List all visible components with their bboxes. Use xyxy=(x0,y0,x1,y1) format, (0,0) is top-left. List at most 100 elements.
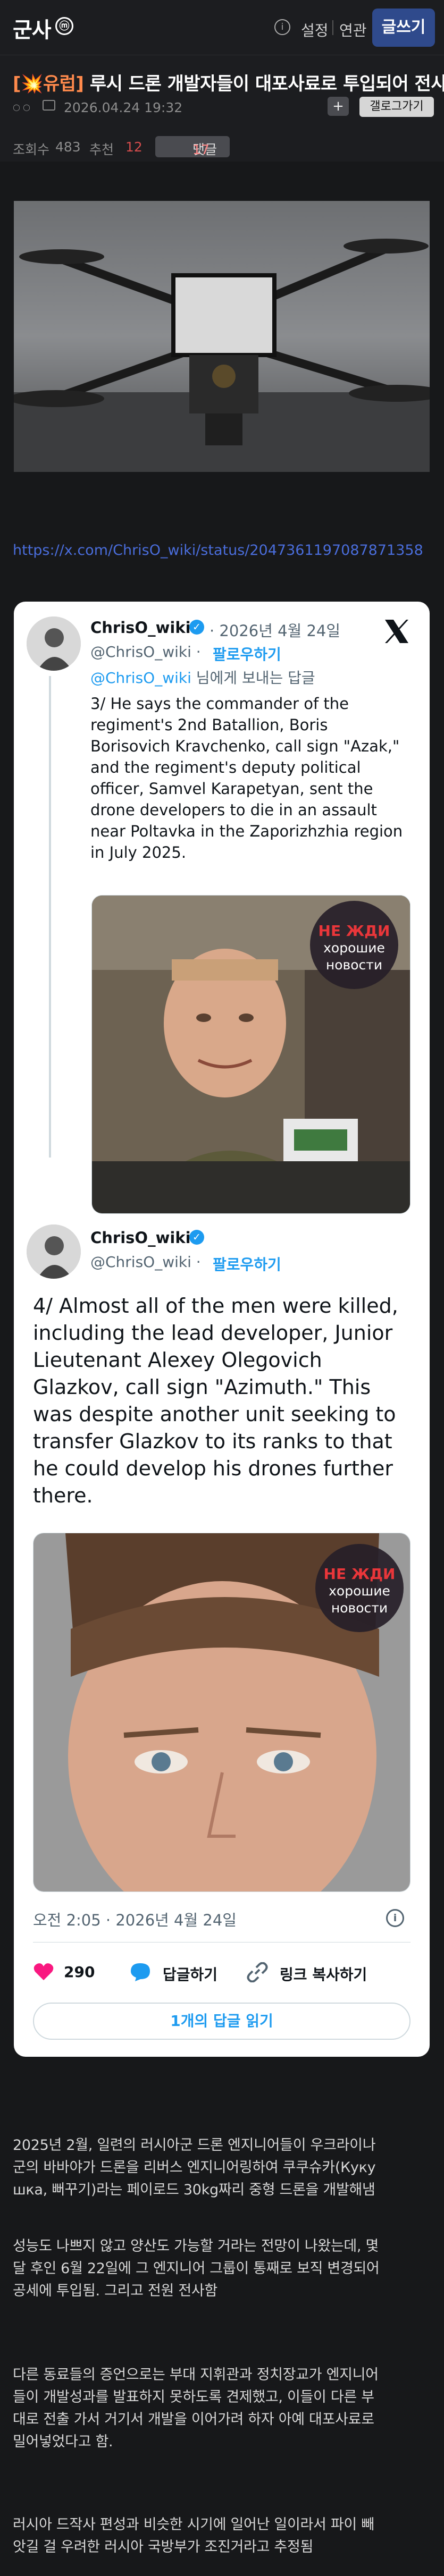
image-icon xyxy=(43,100,55,111)
post-header: [💥유럽] 루시 드론 개발자들이 대포사료로 투입되어 전사 ○ ○ 2026… xyxy=(0,55,444,162)
paragraph-line: 2025년 2월, 일련의 러시아군 드론 엔지니어들이 우크라이나 xyxy=(13,2137,376,2153)
avatar[interactable] xyxy=(27,616,81,671)
like-count[interactable]: 290 xyxy=(64,1963,95,1981)
paragraph-line: 공세에 투입됨. 그리고 전원 전사함 xyxy=(13,2283,217,2299)
copy-link-button[interactable]: 링크 복사하기 xyxy=(280,1963,367,1984)
paragraph-line: 달 후인 6월 22일에 그 엔지니어 그룹이 통째로 보직 변경되어 xyxy=(13,2260,380,2277)
tweet-line: transfer Glazkov to its ranks to that xyxy=(33,1430,392,1453)
tweet-text-2: 4/ Almost all of the men were killed, in… xyxy=(33,1293,398,1509)
gallery-name[interactable]: 군사 xyxy=(13,13,52,44)
tweet-line: Glazkov, call sign "Azimuth." This xyxy=(33,1375,371,1399)
info-icon[interactable]: i xyxy=(386,1909,404,1927)
post-title-text: 루시 드론 개발자들이 대포사료로 투입되어 전사 xyxy=(83,73,444,95)
views-count: 483 xyxy=(55,139,81,155)
verified-icon: ✓ xyxy=(189,1230,204,1245)
tweet-line: 4/ Almost all of the men were killed, xyxy=(33,1294,398,1317)
settings-link[interactable]: 설정 xyxy=(301,19,329,40)
news-watermark: НЕ ЖДИ хорошие новости xyxy=(310,901,398,989)
gallog-button[interactable]: 갤로그가기 xyxy=(359,97,434,117)
avatar[interactable] xyxy=(27,1224,81,1279)
watermark-line1: хорошие xyxy=(323,940,385,956)
body-paragraph-2: 성능도 나쁘지 않고 양산도 가능할 거라는 전망이 나왔는데, 몇 달 후인 … xyxy=(13,2235,438,2302)
user-level-icon: ○ ○ xyxy=(13,102,31,112)
tweet-line: there. xyxy=(33,1484,93,1507)
tweet-line: including the lead developer, Junior xyxy=(33,1321,393,1345)
paragraph-line: 들이 개발성과를 발표하지 못하도록 견제했고, 이들이 다른 부 xyxy=(13,2389,374,2405)
link-icon[interactable] xyxy=(247,1962,268,1982)
tweet-line: in July 2025. xyxy=(90,843,187,862)
body-paragraph-3: 다른 동료들의 증언으로는 부대 지휘관과 정치장교가 엔지니어 들이 개발성과… xyxy=(13,2364,438,2453)
body-paragraph-1: 2025년 2월, 일련의 러시아군 드론 엔지니어들이 우크라이나 군의 바바… xyxy=(13,2134,438,2201)
replying-handle[interactable]: @ChrisO_wiki xyxy=(90,669,191,687)
related-link[interactable]: 연관 xyxy=(339,19,367,40)
stats-row: 조회수 483 추천 12 댓글 17 xyxy=(13,136,433,157)
paragraph-line: 대로 전출 가서 거기서 개발을 이어가려 하자 아예 대포사료로 xyxy=(13,2411,374,2428)
views-label: 조회수 xyxy=(13,142,50,157)
tweet-line: near Poltavka in the Zaporizhzhia region xyxy=(90,822,403,840)
heart-icon[interactable] xyxy=(33,1962,54,1981)
tweet-line: 3/ He says the commander of the xyxy=(90,695,349,713)
minor-gallery-badge: ⓜ xyxy=(55,17,73,35)
paragraph-line: 군의 바바야가 드론을 리버스 엔지니어링하여 쿠쿠슈카(Куку xyxy=(13,2159,376,2176)
read-replies-button[interactable]: 1개의 답글 읽기 xyxy=(33,2003,411,2040)
x-logo-icon[interactable] xyxy=(382,616,412,646)
tweet-line: officer, Samvel Karapetyan, sent the xyxy=(90,780,373,798)
paragraph-line: 밀어넣었다고 함. xyxy=(13,2434,113,2450)
divider xyxy=(332,20,333,35)
drone-photo xyxy=(14,201,430,472)
paragraph-line: шка, 뻐꾸기)라는 페이로드 30kg짜리 중형 드론을 개발해냄 xyxy=(13,2182,375,2198)
post-title: [💥유럽] 루시 드론 개발자들이 대포사료로 투입되어 전사 xyxy=(13,69,444,95)
comment-count: 17 xyxy=(192,142,210,157)
avatar-image xyxy=(27,1224,81,1279)
thread-line xyxy=(49,676,51,1158)
tweet-line: he could develop his drones further xyxy=(33,1457,393,1480)
verified-icon: ✓ xyxy=(189,620,204,635)
tweet-timestamp[interactable]: 오전 2:05 · 2026년 4월 24일 xyxy=(33,1908,237,1930)
add-icon[interactable]: + xyxy=(328,97,349,116)
tweet-line: was despite another unit seeking to xyxy=(33,1403,396,1426)
replying-suffix: 님에게 보내는 답글 xyxy=(191,669,315,687)
author-name[interactable]: ChrisO_wiki xyxy=(90,1229,191,1247)
tweet-line: drone developers to die in an assault xyxy=(90,801,377,819)
watermark-line2: новости xyxy=(325,957,383,973)
watermark-title: НЕ ЖДИ xyxy=(323,1565,396,1583)
watermark-line1: хорошие xyxy=(329,1583,390,1599)
tweet-photo-2[interactable]: НЕ ЖДИ хорошие новости xyxy=(33,1533,411,1892)
post-date: 2026.04.24 19:32 xyxy=(64,100,183,115)
tweet-line: Borisovich Kravchenko, call sign "Azak," xyxy=(90,737,400,755)
paragraph-line: 러시아 드작사 편성과 비슷한 시기에 일어난 일이라서 파이 빼 xyxy=(13,2516,374,2533)
tweet-date: · 2026년 4월 24일 xyxy=(210,622,341,640)
follow-button[interactable]: 팔로우하기 xyxy=(213,1253,281,1274)
meta-row: ○ ○ 2026.04.24 19:32 + 갤로그가기 xyxy=(13,97,434,118)
avatar-image xyxy=(27,616,81,671)
tweet-photo-1[interactable]: НЕ ЖДИ хорошие новости xyxy=(91,895,411,1214)
paragraph-line: 다른 동료들의 증언으로는 부대 지휘관과 정치장교가 엔지니어 xyxy=(13,2367,379,2383)
news-watermark: НЕ ЖДИ хорошие новости xyxy=(315,1544,404,1632)
source-link[interactable]: https://x.com/ChrisO_wiki/status/2047361… xyxy=(13,538,433,563)
body-paragraph-4: 러시아 드작사 편성과 비슷한 시기에 일어난 일이라서 파이 빼 앗길 걸 우… xyxy=(13,2514,438,2558)
author-name[interactable]: ChrisO_wiki xyxy=(90,619,191,637)
follow-button[interactable]: 팔로우하기 xyxy=(213,643,281,664)
paragraph-line: 앗길 걸 우려한 러시아 국방부가 조진거라고 추정됨 xyxy=(13,2539,314,2555)
replying-to: @ChrisO_wiki 님에게 보내는 답글 xyxy=(90,666,315,688)
tweet-line: Lieutenant Alexey Olegovich xyxy=(33,1348,322,1372)
watermark-title: НЕ ЖДИ xyxy=(318,922,390,940)
info-icon[interactable]: i xyxy=(274,19,290,35)
paragraph-line: 성능도 나쁘지 않고 양산도 가능할 거라는 전망이 나왔는데, 몇 xyxy=(13,2238,379,2254)
watermark-line2: новости xyxy=(331,1600,388,1616)
reply-button[interactable]: 답글하기 xyxy=(163,1963,217,1984)
post-tag: [💥유럽] xyxy=(13,73,84,95)
comment-count-badge[interactable]: 댓글 17 xyxy=(155,136,230,157)
author-handle[interactable]: @ChrisO_wiki · xyxy=(90,643,201,661)
recommend-label: 추천 xyxy=(89,142,114,157)
tweet-text-1: 3/ He says the commander of the regiment… xyxy=(90,693,403,863)
reply-icon[interactable] xyxy=(130,1962,151,1982)
embedded-tweet[interactable]: ChrisO_wiki ✓ · 2026년 4월 24일 @ChrisO_wik… xyxy=(14,602,430,2057)
write-button[interactable]: 글쓰기 xyxy=(372,9,435,47)
recommend-count: 12 xyxy=(125,139,143,155)
top-bar: 군사 ⓜ i 설정 연관 글쓰기 xyxy=(0,0,444,55)
drone-illustration xyxy=(14,201,430,472)
tweet-line: and the regiment's deputy political xyxy=(90,758,361,776)
author-handle[interactable]: @ChrisO_wiki · xyxy=(90,1253,201,1271)
tweet-line: regiment's 2nd Batallion, Boris xyxy=(90,716,328,734)
